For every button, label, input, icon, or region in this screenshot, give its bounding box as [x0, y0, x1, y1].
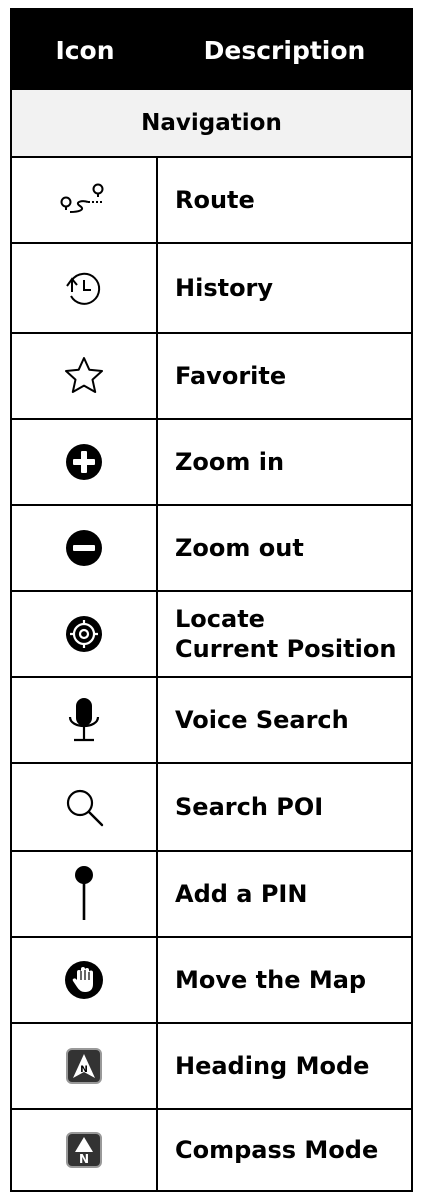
table-row: Voice Search: [12, 678, 411, 764]
route-icon: [12, 158, 158, 242]
row-label: Heading Mode: [175, 1052, 370, 1080]
legend-table: Icon Description Navigation Route Histor…: [10, 8, 413, 1192]
table-row: Add a PIN: [12, 852, 411, 938]
hand-icon: [12, 938, 158, 1022]
heading-mode-icon: N: [12, 1024, 158, 1108]
table-header: Icon Description: [12, 10, 411, 90]
row-label: Voice Search: [175, 706, 349, 734]
microphone-icon: [12, 678, 158, 762]
row-label: Move the Map: [175, 966, 367, 994]
minus-circle-icon: [12, 506, 158, 590]
header-icon-column: Icon: [55, 35, 115, 65]
compass-mode-icon: N: [12, 1110, 158, 1190]
star-outline-icon: [12, 334, 158, 418]
table-row: Route: [12, 158, 411, 244]
pin-icon: [12, 852, 158, 936]
history-icon: [12, 244, 158, 332]
table-row: Search POI: [12, 764, 411, 852]
row-label: Zoom in: [175, 448, 285, 476]
row-label: Locate Current Position: [175, 605, 397, 663]
row-label: Route: [175, 186, 255, 214]
table-row: Zoom out: [12, 506, 411, 592]
plus-circle-icon: [12, 420, 158, 504]
row-label: Compass Mode: [175, 1136, 379, 1164]
row-label: History: [175, 274, 274, 302]
magnifier-icon: [12, 764, 158, 850]
table-row: History: [12, 244, 411, 334]
row-label: Search POI: [175, 793, 324, 821]
svg-text:N: N: [79, 1152, 89, 1166]
svg-text:N: N: [80, 1065, 88, 1075]
table-row: Locate Current Position: [12, 592, 411, 678]
row-label: Zoom out: [175, 534, 304, 562]
table-row: N Compass Mode: [12, 1110, 411, 1190]
table-row: Zoom in: [12, 420, 411, 506]
header-description-column: Description: [203, 35, 366, 65]
row-label: Favorite: [175, 362, 287, 390]
table-row: N Heading Mode: [12, 1024, 411, 1110]
crosshair-icon: [12, 592, 158, 676]
table-row: Move the Map: [12, 938, 411, 1024]
table-row: Favorite: [12, 334, 411, 420]
row-label: Add a PIN: [175, 880, 308, 908]
section-title: Navigation: [12, 90, 411, 158]
